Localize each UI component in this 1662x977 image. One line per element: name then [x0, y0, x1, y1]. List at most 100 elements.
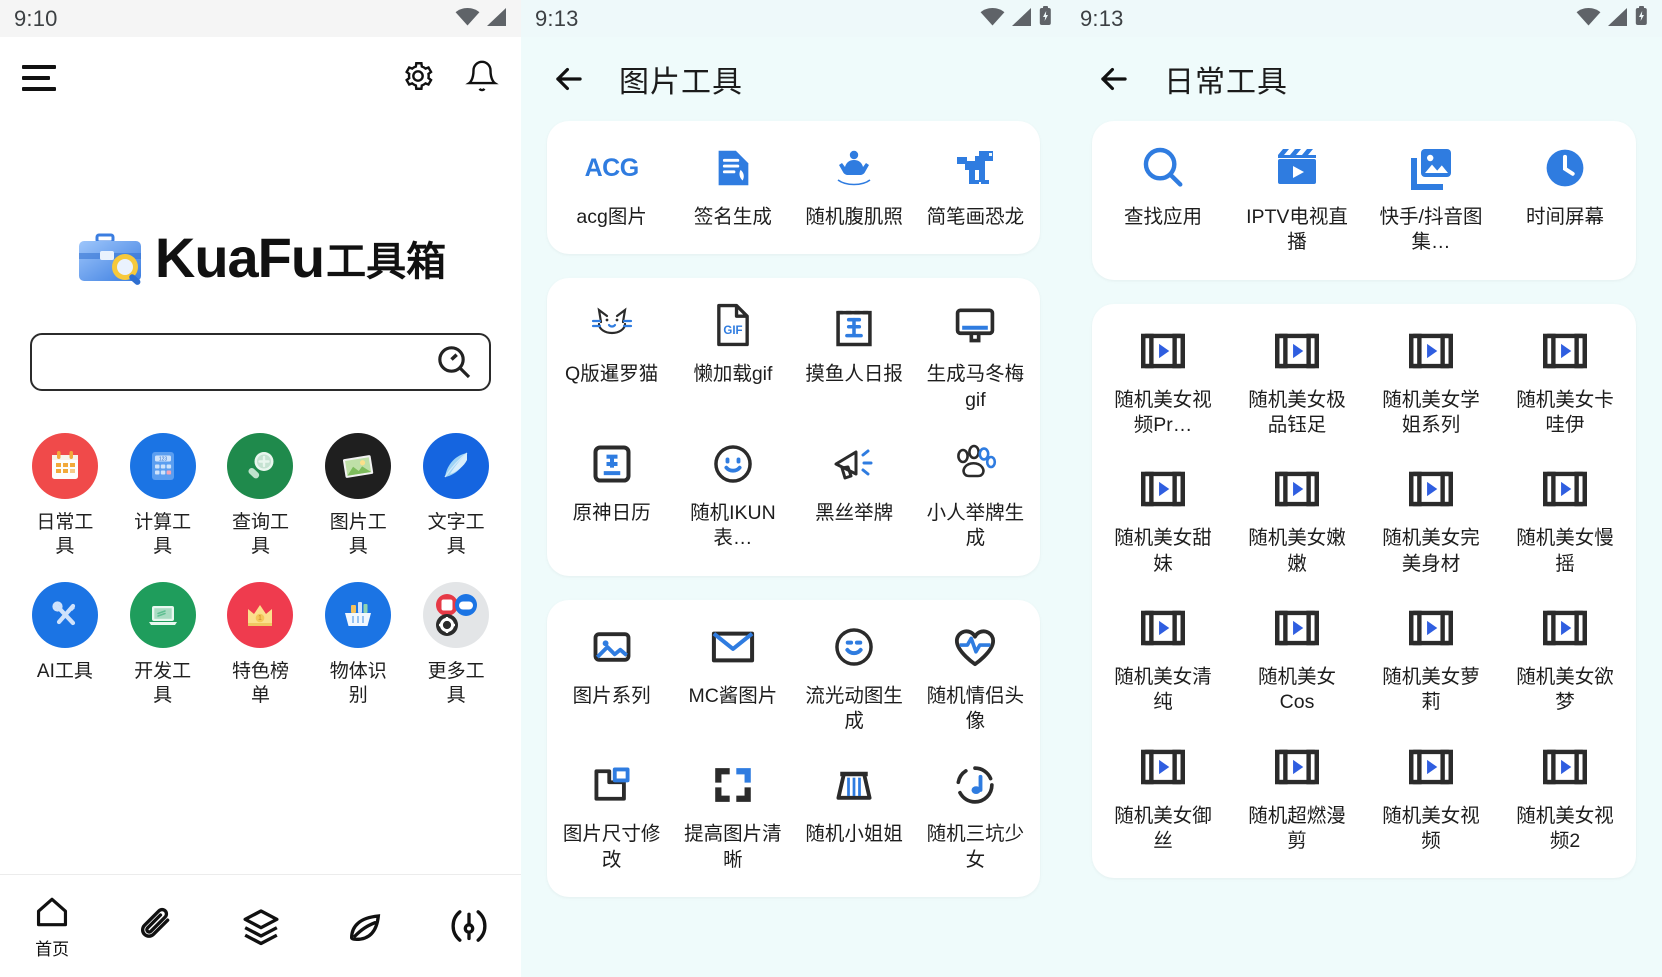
tool-item[interactable]: 流光动图生成 — [794, 622, 915, 735]
nav-item-compass[interactable] — [417, 906, 521, 946]
tool-item[interactable]: 随机美女御丝 — [1096, 742, 1230, 855]
tool-item[interactable]: 随机超燃漫剪 — [1230, 742, 1364, 855]
search-input[interactable] — [50, 349, 433, 375]
search-icon[interactable] — [433, 341, 475, 383]
category-item[interactable]: 开发工具 — [114, 581, 212, 709]
tool-item[interactable]: 提高图片清晰 — [672, 760, 793, 873]
back-arrow-icon[interactable] — [1092, 57, 1136, 101]
film-play-icon — [1272, 603, 1322, 653]
music-disc-icon — [950, 760, 1000, 810]
clapboard-play-icon — [1272, 143, 1322, 193]
acg-text-icon: ACG — [584, 153, 640, 182]
menu-icon[interactable] — [22, 65, 56, 91]
tool-label: 随机美女完美身材 — [1382, 527, 1480, 575]
tool-item[interactable]: 随机三坑少女 — [915, 760, 1036, 873]
battery-charging-icon — [1039, 5, 1052, 32]
tool-item[interactable]: MC酱图片 — [672, 622, 793, 735]
category-item[interactable]: 更多工具 — [407, 581, 505, 709]
tool-item[interactable]: 随机IKUN表… — [672, 439, 793, 552]
category-item[interactable]: AI工具 — [16, 581, 114, 709]
tool-item[interactable]: 随机美女甜妹 — [1096, 464, 1230, 577]
category-item[interactable]: 1 特色榜单 — [212, 581, 310, 709]
tool-item[interactable]: 图片尺寸修改 — [551, 760, 672, 873]
tool-item[interactable]: 随机美女Cos — [1230, 603, 1364, 716]
film-play-icon — [1138, 326, 1188, 376]
bell-icon[interactable] — [465, 59, 499, 98]
tool-item[interactable]: IPTV电视直播 — [1230, 143, 1364, 256]
category-label: 开发工具 — [134, 660, 192, 706]
tool-item[interactable]: 随机美女视频Pr… — [1096, 326, 1230, 439]
search-box[interactable] — [30, 333, 491, 391]
status-time: 9:13 — [535, 5, 579, 31]
tool-item[interactable]: 随机美女视频2 — [1498, 742, 1632, 855]
tool-label: 提高图片清晰 — [684, 823, 782, 871]
tool-item[interactable]: 随机美女嫩嫩 — [1230, 464, 1364, 577]
category-item[interactable]: 日常工具 — [16, 433, 114, 560]
crown-icon: 1 — [227, 581, 294, 648]
tool-item[interactable]: 签名生成 — [672, 143, 793, 230]
tool-item[interactable]: 简笔画恐龙 — [915, 143, 1036, 230]
status-bar-home: 9:10 — [0, 0, 521, 37]
calculator-icon: 123 — [129, 433, 196, 499]
tool-item[interactable]: 随机美女极品钰足 — [1230, 326, 1364, 439]
nav-item-leaf[interactable] — [313, 906, 417, 946]
tool-item[interactable]: 快手/抖音图集… — [1364, 143, 1498, 256]
tool-item[interactable]: 生成马冬梅gif — [915, 300, 1036, 413]
tool-item[interactable]: 时间屏幕 — [1498, 143, 1632, 256]
tool-item[interactable]: 随机美女视频 — [1364, 742, 1498, 855]
tool-item[interactable]: 查找应用 — [1096, 143, 1230, 256]
tool-item[interactable]: 摸鱼人日报 — [794, 300, 915, 413]
category-item[interactable]: 物体识别 — [309, 581, 407, 709]
tool-item[interactable]: 随机美女慢摇 — [1498, 464, 1632, 577]
tool-item[interactable]: 小人举牌生成 — [915, 439, 1036, 552]
status-icons — [1576, 5, 1648, 32]
tool-item[interactable]: 随机美女萝莉 — [1364, 603, 1498, 716]
daily-tools-screen: 9:13 日常工具 查找应用 IPTV电视直播 快手/抖音图集… 时间屏幕 随机… — [1066, 0, 1662, 977]
status-time: 9:13 — [1080, 5, 1124, 31]
resize-icon — [587, 760, 637, 810]
smiley-icon — [708, 439, 758, 489]
svg-text:123: 123 — [159, 457, 168, 463]
layers-icon — [243, 909, 278, 946]
tool-item[interactable]: 原神日历 — [551, 439, 672, 552]
tool-item[interactable]: GIF 懒加载gif — [672, 300, 793, 413]
film-play-icon — [1406, 603, 1456, 653]
tool-item[interactable]: 随机美女卡哇伊 — [1498, 326, 1632, 439]
tool-item[interactable]: 黑丝举牌 — [794, 439, 915, 552]
tool-item[interactable]: 随机腹肌照 — [794, 143, 915, 230]
tool-label: 随机美女Cos — [1257, 666, 1336, 714]
tool-item[interactable]: 随机情侣头像 — [915, 622, 1036, 735]
tool-label: 黑丝举牌 — [815, 502, 894, 525]
image-icon — [587, 622, 637, 672]
category-item[interactable]: 查询工具 — [212, 433, 310, 560]
tool-item[interactable]: Q版暹罗猫 — [551, 300, 672, 413]
tool-item[interactable]: 随机美女欲梦 — [1498, 603, 1632, 716]
tool-item[interactable]: 图片系列 — [551, 622, 672, 735]
tool-item[interactable]: 随机小姐姐 — [794, 760, 915, 873]
basket-icon — [325, 581, 392, 648]
tool-label: 随机美女极品钰足 — [1248, 388, 1346, 437]
tool-label: 随机情侣头像 — [926, 684, 1025, 733]
film-play-icon — [1272, 742, 1322, 792]
brand-suffix: 工具箱 — [326, 240, 447, 284]
feather-icon — [423, 433, 490, 499]
category-label: 查询工具 — [231, 512, 289, 558]
gear-icon[interactable] — [401, 59, 435, 98]
tool-item[interactable]: ACG acg图片 — [551, 143, 672, 230]
tool-label: 时间屏幕 — [1525, 206, 1604, 228]
leaf-icon — [349, 914, 380, 942]
tool-item[interactable]: 随机美女学姐系列 — [1364, 326, 1498, 439]
nav-item-layers[interactable] — [208, 906, 312, 946]
tool-label: 签名生成 — [693, 206, 772, 228]
signature-doc-icon — [708, 143, 758, 193]
paperclip-icon — [141, 907, 170, 938]
category-item[interactable]: 图片工具 — [309, 433, 407, 560]
nav-item-attachments[interactable] — [104, 906, 208, 946]
nav-item-home[interactable]: 首页 — [0, 893, 104, 960]
tool-item[interactable]: 随机美女完美身材 — [1364, 464, 1498, 577]
monitor-icon — [950, 300, 1000, 350]
back-arrow-icon[interactable] — [547, 57, 591, 101]
tool-item[interactable]: 随机美女清纯 — [1096, 603, 1230, 716]
category-item[interactable]: 文字工具 — [407, 433, 505, 560]
category-item[interactable]: 123 计算工具 — [114, 433, 212, 560]
